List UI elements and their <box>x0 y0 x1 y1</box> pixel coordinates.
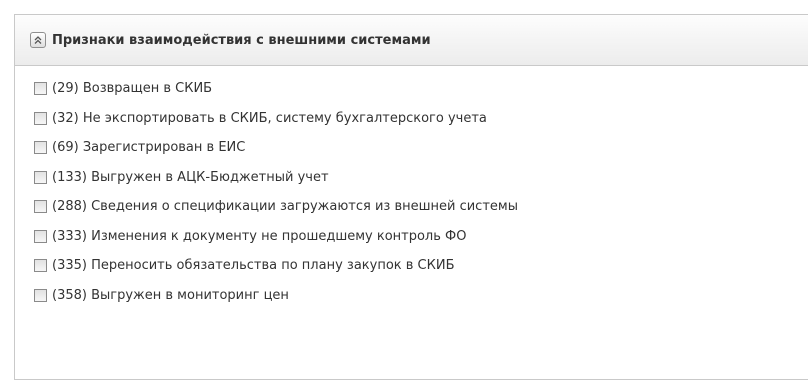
checkbox-label[interactable]: (333) Изменения к документу не прошедшем… <box>52 229 466 244</box>
checkbox[interactable] <box>34 170 47 184</box>
list-item: (133) Выгружен в АЦК-Бюджетный учет <box>34 163 808 193</box>
checkbox[interactable] <box>34 200 47 214</box>
panel-header: Признаки взаимодействия с внешними систе… <box>15 15 808 66</box>
checkbox[interactable] <box>34 111 47 125</box>
panel-title: Признаки взаимодействия с внешними систе… <box>52 32 431 48</box>
external-systems-panel: Признаки взаимодействия с внешними систе… <box>14 14 808 380</box>
list-item: (69) Зарегистрирован в ЕИС <box>34 133 808 163</box>
checkbox-label[interactable]: (288) Сведения о спецификации загружаютс… <box>52 199 518 214</box>
list-item: (335) Переносить обязательства по плану … <box>34 251 808 281</box>
checkbox-label[interactable]: (335) Переносить обязательства по плану … <box>52 258 455 273</box>
list-item: (358) Выгружен в мониторинг цен <box>34 281 808 311</box>
checkbox-label[interactable]: (133) Выгружен в АЦК-Бюджетный учет <box>52 170 329 185</box>
checkbox[interactable] <box>34 82 47 96</box>
list-item: (288) Сведения о спецификации загружаютс… <box>34 192 808 222</box>
list-item: (333) Изменения к документу не прошедшем… <box>34 222 808 252</box>
checkbox-label[interactable]: (358) Выгружен в мониторинг цен <box>52 288 289 303</box>
checkbox-label[interactable]: (32) Не экспортировать в СКИБ, систему б… <box>52 111 487 126</box>
checkbox[interactable] <box>34 288 47 302</box>
checkbox[interactable] <box>34 229 47 243</box>
checkbox[interactable] <box>34 141 47 155</box>
checkbox[interactable] <box>34 259 47 273</box>
collapse-button[interactable] <box>30 32 46 48</box>
list-item: (29) Возвращен в СКИБ <box>34 74 808 104</box>
list-item: (32) Не экспортировать в СКИБ, систему б… <box>34 104 808 134</box>
double-chevron-up-icon <box>34 36 42 44</box>
checkbox-list: (29) Возвращен в СКИБ (32) Не экспортиро… <box>15 66 808 310</box>
checkbox-label[interactable]: (29) Возвращен в СКИБ <box>52 81 212 96</box>
checkbox-label[interactable]: (69) Зарегистрирован в ЕИС <box>52 140 245 155</box>
